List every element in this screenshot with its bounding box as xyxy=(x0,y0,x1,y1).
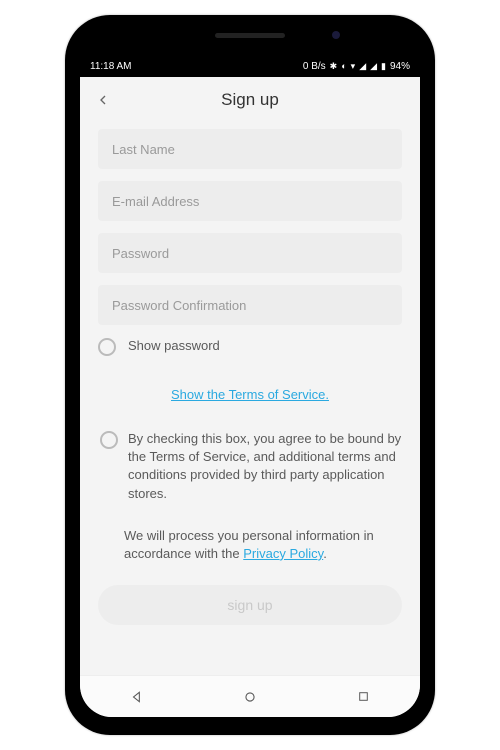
wifi-icon: ▾ xyxy=(351,61,356,72)
bluetooth-icon: ✱ xyxy=(330,61,338,72)
last-name-placeholder: Last Name xyxy=(112,142,175,157)
tos-link-row: Show the Terms of Service. xyxy=(98,386,402,404)
password-confirm-field[interactable]: Password Confirmation xyxy=(98,285,402,325)
privacy-suffix: . xyxy=(323,546,327,561)
show-password-label: Show password xyxy=(128,337,220,355)
show-password-checkbox[interactable] xyxy=(98,338,116,356)
show-password-row: Show password xyxy=(98,337,402,356)
page-title: Sign up xyxy=(114,90,386,110)
battery-icon: ▮ xyxy=(381,61,386,72)
status-bar: 11:18 AM 0 B/s ✱ ◐ ▾ ◢ ◢ ▮ 94% xyxy=(80,55,420,77)
status-battery-pct: 94% xyxy=(390,61,410,72)
agree-terms-row: By checking this box, you agree to be bo… xyxy=(98,430,402,503)
status-net-speed: 0 B/s xyxy=(303,61,326,72)
signup-button[interactable]: sign up xyxy=(98,585,402,625)
nav-back-icon[interactable] xyxy=(129,689,145,705)
signal-icon: ◢ xyxy=(359,61,366,72)
privacy-policy-link[interactable]: Privacy Policy xyxy=(243,546,323,561)
tos-link[interactable]: Show the Terms of Service. xyxy=(171,387,329,402)
privacy-block: We will process you personal information… xyxy=(98,527,402,563)
nav-recent-icon[interactable] xyxy=(355,689,371,705)
back-button[interactable] xyxy=(92,89,114,111)
signup-button-label: sign up xyxy=(227,597,272,613)
agree-terms-checkbox[interactable] xyxy=(100,431,118,449)
app-bar: Sign up xyxy=(80,77,420,123)
content-area: Last Name E-mail Address Password Passwo… xyxy=(80,123,420,675)
password-placeholder: Password xyxy=(112,246,169,261)
vibrate-icon: ◐ xyxy=(341,61,346,71)
phone-inner: 11:18 AM 0 B/s ✱ ◐ ▾ ◢ ◢ ▮ 94% xyxy=(75,25,425,725)
status-right: 0 B/s ✱ ◐ ▾ ◢ ◢ ▮ 94% xyxy=(303,61,410,72)
phone-frame: 11:18 AM 0 B/s ✱ ◐ ▾ ◢ ◢ ▮ 94% xyxy=(65,15,435,735)
agree-terms-text: By checking this box, you agree to be bo… xyxy=(128,430,402,503)
password-confirm-placeholder: Password Confirmation xyxy=(112,298,246,313)
status-time: 11:18 AM xyxy=(90,61,132,72)
front-camera xyxy=(332,31,340,39)
email-placeholder: E-mail Address xyxy=(112,194,199,209)
password-field[interactable]: Password xyxy=(98,233,402,273)
last-name-field[interactable]: Last Name xyxy=(98,129,402,169)
email-field[interactable]: E-mail Address xyxy=(98,181,402,221)
screen: 11:18 AM 0 B/s ✱ ◐ ▾ ◢ ◢ ▮ 94% xyxy=(80,55,420,717)
signal-icon-2: ◢ xyxy=(370,61,377,72)
earpiece xyxy=(215,33,285,38)
android-nav-bar xyxy=(80,675,420,717)
nav-home-icon[interactable] xyxy=(242,689,258,705)
